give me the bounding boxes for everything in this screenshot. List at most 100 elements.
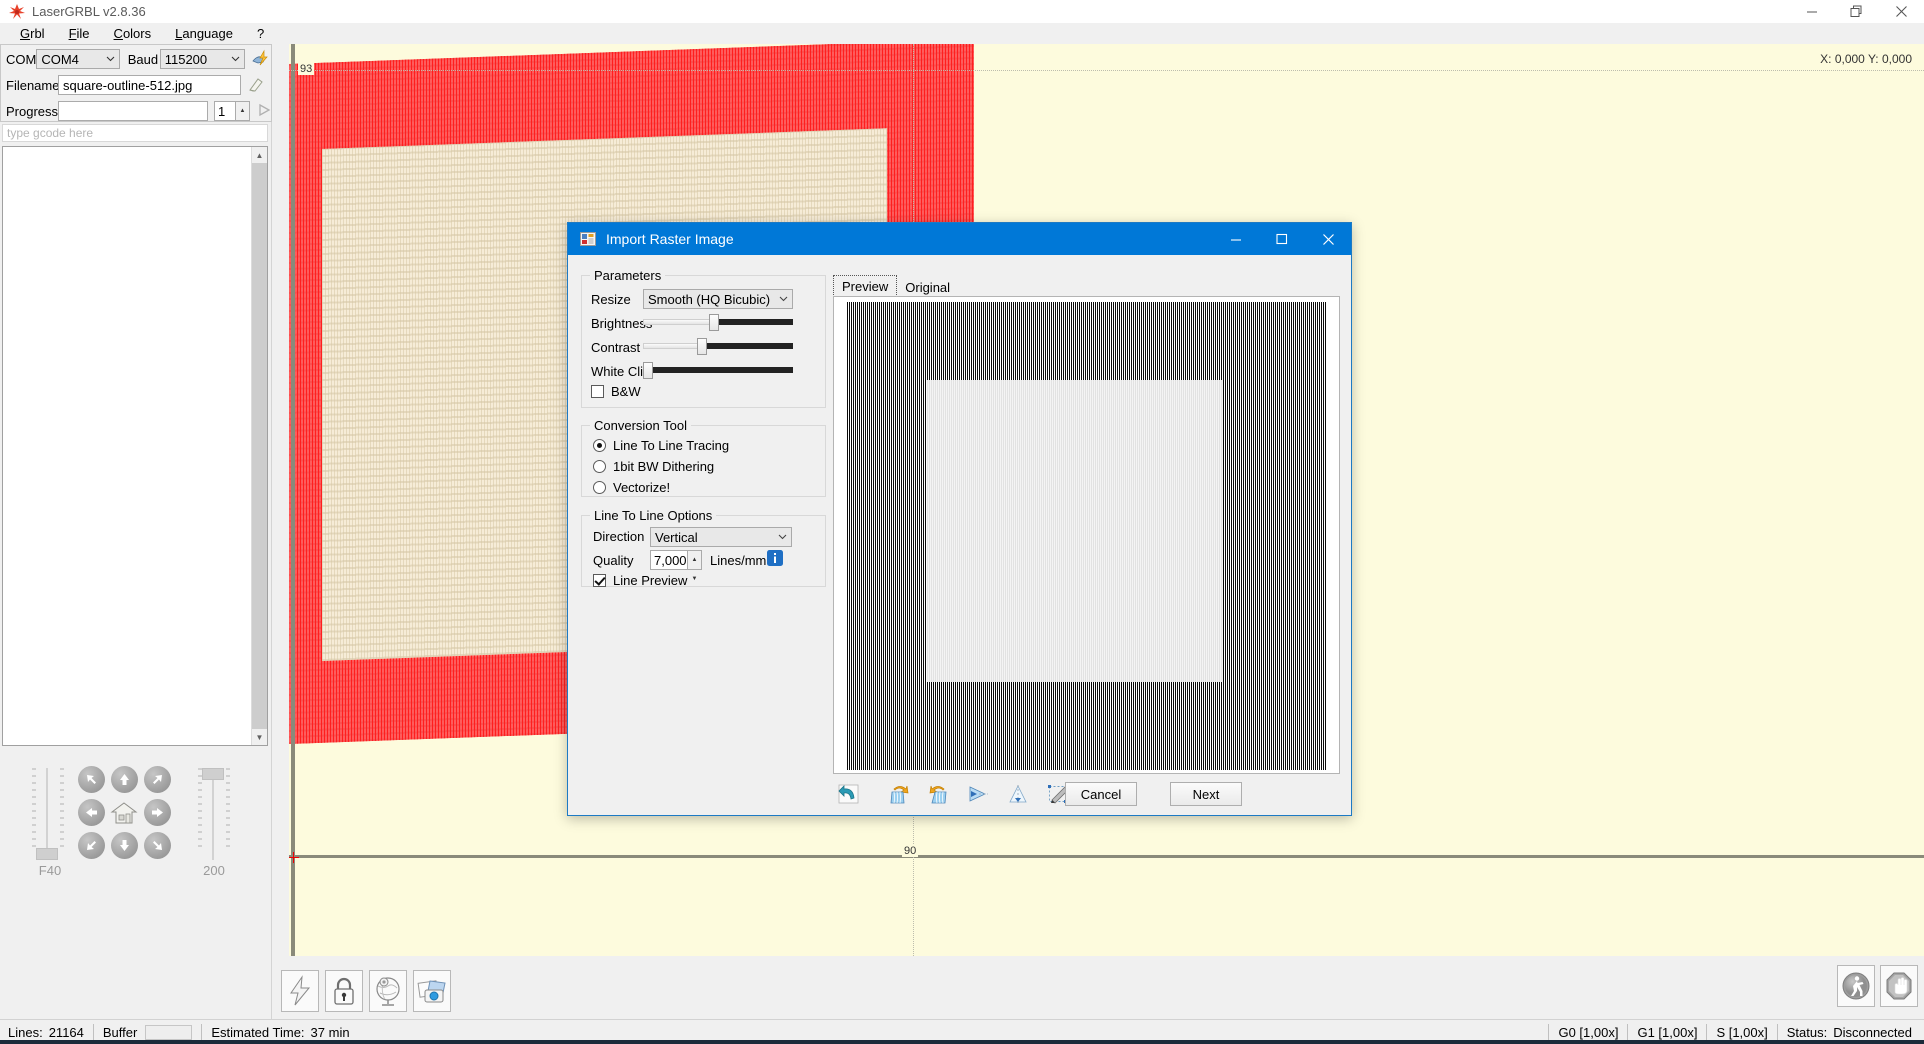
flip-vertical-icon[interactable] [1006, 783, 1032, 805]
jog-right-button[interactable] [144, 799, 171, 826]
dialog-window-controls [1213, 223, 1351, 255]
x-axis [289, 855, 1924, 858]
radio-line-to-line-indicator [593, 439, 606, 452]
white-clip-slider[interactable] [643, 362, 793, 379]
connect-plug-icon[interactable] [251, 49, 271, 69]
bw-checkbox[interactable]: B&W [591, 384, 641, 399]
filename-value: square-outline-512.jpg [63, 77, 193, 93]
repeat-count-value: 1 [218, 104, 226, 119]
dialog-title: Import Raster Image [606, 231, 734, 247]
status-divider [201, 1024, 203, 1040]
jog-down-right-button[interactable] [144, 832, 171, 859]
com-port-select[interactable]: COM4 [36, 49, 120, 69]
unlock-padlock-icon[interactable] [325, 970, 363, 1012]
preview-pane[interactable] [833, 296, 1340, 774]
com-label: COM [6, 51, 37, 67]
next-button[interactable]: Next [1170, 782, 1242, 806]
cancel-button[interactable]: Cancel [1065, 782, 1137, 806]
menu-file[interactable]: File [57, 24, 102, 44]
brightness-knob[interactable] [709, 314, 719, 331]
jog-up-button[interactable] [111, 766, 138, 793]
parameters-group: Parameters Resize Smooth (HQ Bicubic) Br… [581, 268, 826, 408]
quality-spin-buttons[interactable]: ▲ ▼ [687, 551, 701, 582]
repeat-count-stepper[interactable]: 1 ▲ ▼ [214, 101, 250, 133]
baud-select[interactable]: 115200 [159, 49, 245, 69]
menu-colors[interactable]: Colors [102, 24, 164, 44]
menu-grbl[interactable]: Grbl [8, 24, 57, 44]
menu-help[interactable]: ? [245, 24, 276, 44]
line-to-line-options-group: Line To Line Options Direction Vertical … [581, 508, 826, 588]
scroll-down-icon[interactable]: ▼ [252, 729, 267, 745]
gcode-list[interactable]: ▲ ▼ [2, 146, 268, 746]
radio-line-to-line-tracing[interactable]: Line To Line Tracing [593, 438, 729, 453]
jog-step-slider[interactable] [202, 768, 224, 860]
dialog-maximize-button[interactable] [1259, 223, 1305, 255]
main-toolbar [281, 965, 497, 1017]
next-button-label: Next [1192, 786, 1220, 802]
eraser-icon[interactable] [247, 76, 265, 94]
jog-down-button[interactable] [111, 832, 138, 859]
dialog-minimize-button[interactable] [1213, 223, 1259, 255]
s-override: S [1,00x] [1716, 1024, 1768, 1040]
jog-speed-track [46, 768, 48, 860]
radio-vectorize[interactable]: Vectorize! [593, 480, 670, 495]
baud-label: Baud [127, 51, 159, 67]
spin-down-icon[interactable]: ▼ [688, 570, 701, 589]
connection-status-value: Disconnected [1833, 1024, 1912, 1040]
stop-hand-icon[interactable] [1880, 965, 1918, 1007]
brightness-slider[interactable] [643, 314, 793, 331]
filename-field[interactable]: square-outline-512.jpg [58, 75, 241, 95]
play-triangle-icon[interactable] [257, 103, 271, 120]
bw-checkbox-label: B&W [611, 384, 641, 399]
radio-vectorize-label: Vectorize! [613, 480, 671, 495]
y-axis-label: 93 [298, 63, 315, 75]
jog-speed-slider[interactable] [36, 768, 58, 860]
g0-override: G0 [1,00x] [1558, 1024, 1619, 1040]
jog-down-left-button[interactable] [78, 832, 105, 859]
info-icon[interactable] [767, 550, 783, 566]
dialog-close-button[interactable] [1305, 223, 1351, 255]
rotate-ccw-icon[interactable] [926, 783, 952, 805]
conversion-tool-group-title: Conversion Tool [590, 418, 691, 433]
right-toolbar [1837, 965, 1918, 1007]
quality-stepper[interactable]: 7,000 ▲ ▼ [650, 550, 702, 582]
radio-1bit-bw-dithering[interactable]: 1bit BW Dithering [593, 459, 714, 474]
jog-left-button[interactable] [78, 799, 105, 826]
resize-value: Smooth (HQ Bicubic) [648, 291, 771, 307]
globe-homing-icon[interactable] [369, 970, 407, 1012]
line-preview-checkbox[interactable]: Line Preview [593, 573, 687, 588]
filename-label: Filename [6, 77, 60, 93]
g1-override: G1 [1,00x] [1637, 1024, 1698, 1040]
run-walking-man-icon[interactable] [1837, 965, 1875, 1007]
scroll-up-icon[interactable]: ▲ [252, 147, 267, 163]
x-axis-label: 90 [902, 845, 919, 857]
title-bar: LaserGRBL v2.8.36 [0, 0, 1924, 24]
open-image-icon[interactable] [413, 970, 451, 1012]
resize-select[interactable]: Smooth (HQ Bicubic) [643, 289, 793, 309]
minimize-button[interactable] [1789, 0, 1834, 24]
jog-step-thumb[interactable] [202, 768, 224, 780]
cancel-button-label: Cancel [1080, 786, 1122, 802]
close-button[interactable] [1879, 0, 1924, 24]
flip-horizontal-icon[interactable] [966, 783, 992, 805]
spin-up-icon[interactable]: ▲ [688, 551, 701, 570]
repeat-spin-buttons[interactable]: ▲ ▼ [235, 102, 249, 133]
white-clip-knob[interactable] [643, 362, 653, 379]
contrast-slider[interactable] [643, 338, 793, 355]
direction-label: Direction [593, 529, 645, 544]
jog-speed-thumb[interactable] [36, 848, 58, 860]
contrast-knob[interactable] [697, 338, 707, 355]
rotate-cw-icon[interactable] [886, 783, 912, 805]
maximize-restore-button[interactable] [1834, 0, 1879, 24]
jog-up-left-button[interactable] [78, 766, 105, 793]
revert-arrow-icon[interactable] [836, 783, 862, 805]
jog-up-right-button[interactable] [144, 766, 171, 793]
spin-up-icon[interactable]: ▲ [236, 102, 249, 121]
menu-language[interactable]: Language [163, 24, 245, 44]
gcode-input[interactable]: type gcode here [2, 124, 268, 142]
jog-home-button[interactable] [109, 799, 139, 826]
gcode-list-scrollbar[interactable]: ▲ ▼ [251, 147, 267, 745]
direction-select[interactable]: Vertical [650, 527, 792, 547]
scroll-thumb[interactable] [252, 163, 267, 729]
flash-lightning-icon[interactable] [281, 970, 319, 1012]
